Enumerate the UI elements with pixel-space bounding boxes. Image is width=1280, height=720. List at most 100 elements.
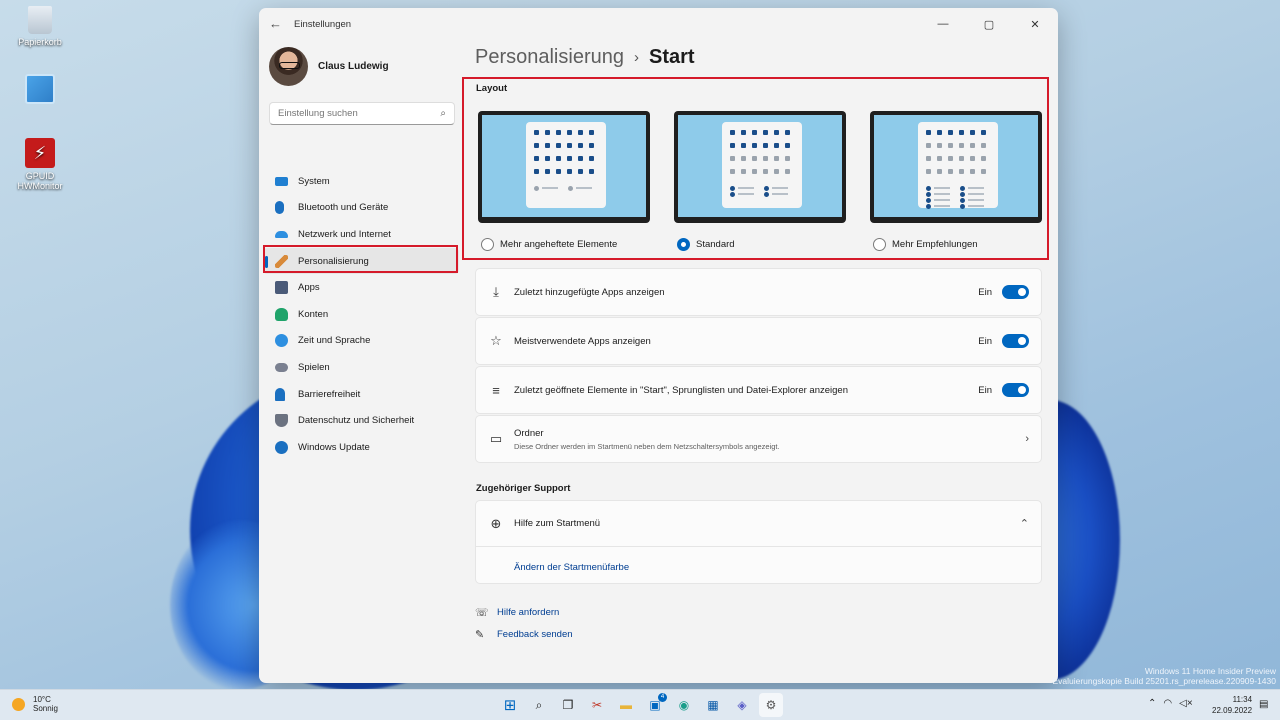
maximize-button[interactable]: ▢: [966, 8, 1012, 40]
sidebar-item-label: Konten: [298, 308, 329, 320]
sidebar-item-time-language[interactable]: Zeit und Sprache: [263, 328, 459, 355]
pinned-app-dot: [970, 156, 975, 161]
sidebar: Claus Ludewig ⌕ System Bluetooth und Ger…: [259, 40, 469, 683]
layout-preview-default[interactable]: [674, 111, 846, 223]
pinned-app-dot: [981, 169, 986, 174]
watermark-line: Evaluierungskopie Build 25201.rs_prerele…: [1052, 676, 1276, 686]
toggle-switch[interactable]: [1002, 383, 1029, 397]
recommended-item-dot: [926, 204, 931, 209]
sidebar-item-gaming[interactable]: Spielen: [263, 354, 459, 381]
feedback-link[interactable]: ✎ Feedback senden: [475, 628, 573, 641]
weather-widget[interactable]: 10°C Sonnig: [12, 695, 58, 713]
task-view-icon[interactable]: ❐: [556, 693, 580, 717]
file-explorer-icon[interactable]: ▬: [614, 693, 638, 717]
chevron-up-icon[interactable]: ⌃: [1148, 698, 1156, 709]
sidebar-item-apps[interactable]: Apps: [263, 274, 459, 301]
sidebar-item-system[interactable]: System: [263, 168, 459, 195]
recommended-item-dot: [926, 198, 931, 203]
sidebar-item-network[interactable]: Netzwerk und Internet: [263, 221, 459, 248]
recommended-item-dot: [926, 192, 931, 197]
layout-option-default[interactable]: Standard: [677, 238, 735, 251]
snipping-tool-icon[interactable]: ✂: [585, 693, 609, 717]
sidebar-item-bluetooth[interactable]: Bluetooth und Geräte: [263, 195, 459, 222]
feedback-link-label: Feedback senden: [497, 629, 573, 640]
setting-card-folders[interactable]: ▭ Ordner Diese Ordner werden im Startmen…: [475, 415, 1042, 463]
setting-label: Ordner: [514, 427, 544, 439]
support-link[interactable]: Ändern der Startmenüfarbe: [514, 562, 629, 573]
setting-card-most-used-apps[interactable]: ☆ Meistverwendete Apps anzeigen Ein: [475, 317, 1042, 365]
pinned-app-dot: [567, 130, 572, 135]
pinned-app-dot: [567, 156, 572, 161]
start-icon[interactable]: ⊞: [498, 693, 522, 717]
network-icon: [275, 230, 288, 238]
pinned-app-dot: [981, 143, 986, 148]
teams-icon[interactable]: ▣ 4: [643, 693, 667, 717]
recommended-item-dot: [568, 186, 573, 191]
layout-option-more-pins[interactable]: Mehr angeheftete Elemente: [481, 238, 617, 251]
search-input[interactable]: [278, 108, 428, 119]
layout-option-more-recommendations[interactable]: Mehr Empfehlungen: [873, 238, 978, 251]
settings-window: ← Einstellungen — ▢ ✕ Claus Ludewig ⌕ Sy…: [259, 8, 1058, 683]
back-arrow-icon[interactable]: ←: [269, 17, 283, 31]
user-profile[interactable]: Claus Ludewig: [259, 40, 469, 92]
sidebar-item-accessibility[interactable]: Barrierefreiheit: [263, 381, 459, 408]
shield-icon: [275, 414, 288, 428]
wifi-icon[interactable]: ◠: [1163, 698, 1172, 709]
feedback-icon: ✎: [475, 629, 485, 641]
recommended-item-line: [738, 187, 754, 189]
edge-icon[interactable]: ◉: [672, 693, 696, 717]
radio-button[interactable]: [481, 238, 494, 251]
pinned-app-dot: [545, 143, 550, 148]
sidebar-item-windows-update[interactable]: Windows Update: [263, 434, 459, 461]
clock[interactable]: 11:34 22.09.2022: [1212, 694, 1252, 716]
toggle-switch[interactable]: [1002, 334, 1029, 348]
search-icon[interactable]: ⌕: [440, 108, 446, 119]
support-header[interactable]: ⊕ Hilfe zum Startmenü ⌃: [476, 501, 1041, 547]
volume-icon[interactable]: ◁×: [1179, 698, 1193, 709]
breadcrumb: Personalisierung › Start: [475, 46, 695, 69]
pinned-app-dot: [534, 169, 539, 174]
notification-icon[interactable]: ▤: [1259, 699, 1268, 710]
sidebar-item-privacy[interactable]: Datenschutz und Sicherheit: [263, 407, 459, 434]
pinned-app-dot: [567, 143, 572, 148]
recommended-item-line: [968, 193, 984, 195]
recommended-item-line: [968, 187, 984, 189]
pinned-app-dot: [785, 156, 790, 161]
desktop-icon-recycle-bin[interactable]: Papierkorb: [10, 6, 70, 47]
desktop-icon-control-panel[interactable]: [10, 74, 70, 107]
setting-card-recent-apps[interactable]: ⤓ Zuletzt hinzugefügte Apps anzeigen Ein: [475, 268, 1042, 316]
layout-preview-more-recommendations[interactable]: [870, 111, 1042, 223]
sidebar-item-label: Spielen: [298, 361, 330, 373]
setting-card-recent-items[interactable]: ≡ Zuletzt geöffnete Elemente in "Start",…: [475, 366, 1042, 414]
layout-preview-more-pins[interactable]: [478, 111, 650, 223]
radio-button[interactable]: [677, 238, 690, 251]
sidebar-item-accounts[interactable]: Konten: [263, 301, 459, 328]
close-button[interactable]: ✕: [1012, 8, 1058, 40]
pinned-app-dot: [763, 143, 768, 148]
breadcrumb-parent[interactable]: Personalisierung: [475, 46, 624, 69]
pinned-app-dot: [948, 143, 953, 148]
settings-icon[interactable]: ⚙: [759, 693, 783, 717]
setting-description: Diese Ordner werden im Startmenü neben d…: [514, 441, 780, 451]
store-icon[interactable]: ▦: [701, 693, 725, 717]
apps-icon: [275, 281, 288, 295]
minimize-button[interactable]: —: [920, 8, 966, 40]
recommended-item-line: [968, 205, 984, 207]
teams-chat-icon[interactable]: ◈: [730, 693, 754, 717]
search-box[interactable]: ⌕: [269, 102, 455, 125]
help-link-label: Hilfe anfordern: [497, 607, 560, 618]
recommended-item-dot: [730, 192, 735, 197]
toggle-switch[interactable]: [1002, 285, 1029, 299]
recommended-item-dot: [534, 186, 539, 191]
desktop-icon-hwmonitor[interactable]: ⚡ GPUID HWMonitor: [10, 138, 70, 191]
pinned-app-dot: [730, 143, 735, 148]
chevron-up-icon[interactable]: ⌃: [1020, 517, 1029, 530]
help-link[interactable]: ☏ Hilfe anfordern: [475, 606, 559, 619]
pinned-app-dot: [556, 143, 561, 148]
pinned-app-dot: [959, 156, 964, 161]
search-icon[interactable]: ⌕: [527, 693, 551, 717]
radio-button[interactable]: [873, 238, 886, 251]
globe-icon: ⊕: [490, 515, 502, 531]
recommended-item-line: [934, 205, 950, 207]
pinned-app-dot: [959, 169, 964, 174]
